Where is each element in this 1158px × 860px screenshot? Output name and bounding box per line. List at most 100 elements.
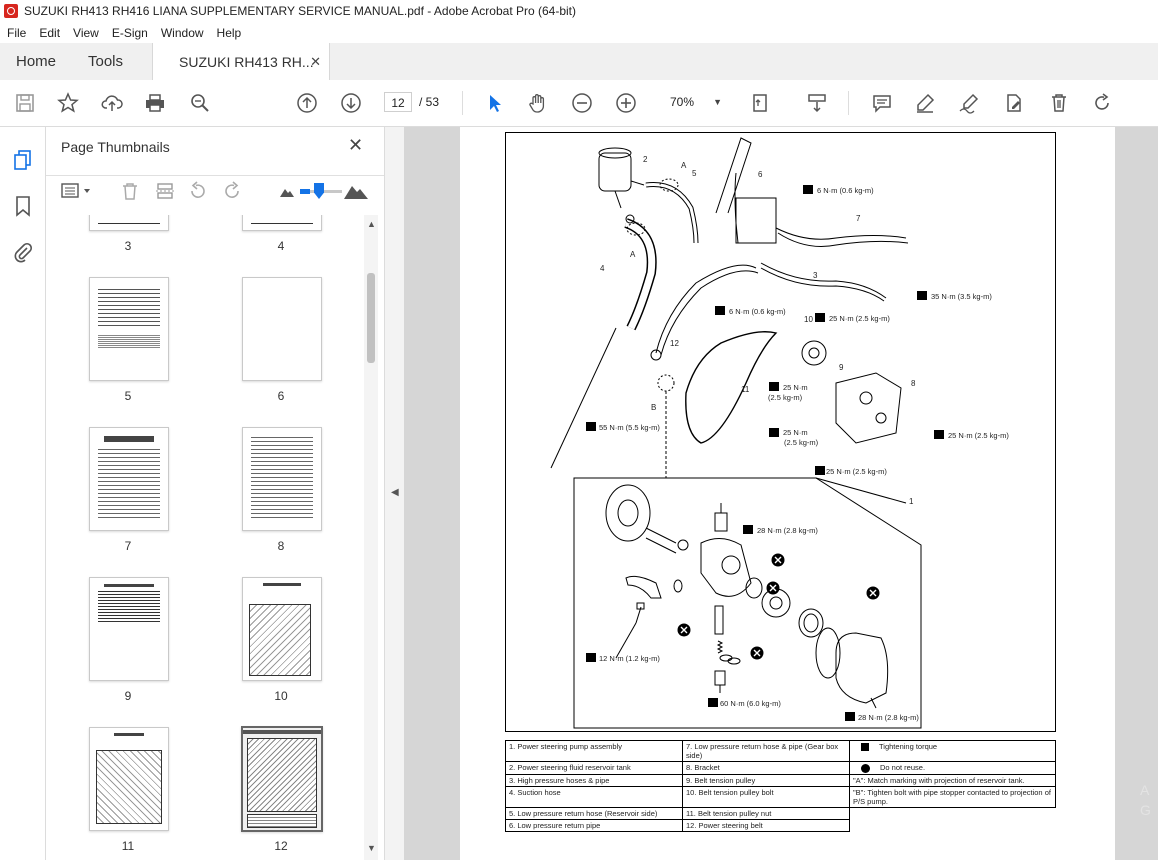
tightening-torque-icon (861, 743, 869, 752)
left-rail (0, 127, 46, 860)
legend-row: 4. Suction hose 10. Belt tension pulley … (505, 785, 1056, 808)
thumbnail-page-5[interactable] (89, 277, 169, 381)
legend-cell: 5. Low pressure return hose (Reservoir s… (505, 806, 683, 820)
rotate-icon[interactable] (1091, 92, 1113, 114)
close-tab-icon[interactable]: ✕ (310, 54, 321, 70)
scroll-up-icon[interactable]: ▲ (367, 219, 376, 229)
legend-cell (850, 807, 1056, 819)
tab-home[interactable]: Home (16, 43, 56, 80)
select-cursor-icon[interactable] (484, 92, 506, 114)
thumbnail-page-7[interactable] (89, 427, 169, 531)
scrollbar-thumb[interactable] (367, 273, 375, 363)
edit-pdf-icon[interactable] (1003, 92, 1025, 114)
delete-icon[interactable] (1048, 92, 1070, 114)
bookmark-icon[interactable] (13, 195, 33, 217)
thumbnail-label: 5 (124, 389, 132, 403)
thumbnail-page-4[interactable] (242, 215, 322, 231)
page-number-input[interactable]: 12 (384, 92, 412, 112)
collapse-panel-icon[interactable]: ◀ (391, 487, 399, 498)
torque-label: 60 N·m (6.0 kg-m) (720, 699, 781, 708)
callout-10: 10 (804, 315, 813, 324)
save-icon[interactable] (14, 92, 36, 114)
menu-window[interactable]: Window (161, 26, 204, 40)
close-panel-icon[interactable]: ✕ (348, 135, 363, 156)
page-fit-icon[interactable] (750, 92, 772, 114)
scroll-mode-icon[interactable] (806, 92, 828, 114)
legend-cell: Tightening torque (849, 740, 1056, 762)
zoom-level-select[interactable]: 70% ▼ (658, 92, 728, 112)
menu-file[interactable]: File (7, 26, 26, 40)
tab-tools[interactable]: Tools (88, 43, 123, 80)
menu-bar: File Edit View E-Sign Window Help (0, 22, 1158, 43)
torque-label: 25 N·m (2.5 kg-m) (829, 314, 890, 323)
torque-label: 55 N·m (5.5 kg-m) (599, 423, 660, 432)
acrobat-logo-icon (4, 4, 18, 18)
thumbnail-size-slider[interactable] (300, 183, 342, 199)
legend-cell: 9. Belt tension pulley (682, 773, 850, 787)
menu-help[interactable]: Help (217, 26, 242, 40)
star-icon[interactable] (57, 92, 79, 114)
thumbnail-page-3[interactable] (89, 215, 169, 231)
thumbnail-label: 3 (124, 239, 132, 253)
sign-pen-icon[interactable] (958, 92, 980, 114)
rotate-left-icon[interactable] (188, 181, 208, 201)
zoom-search-icon[interactable] (189, 92, 211, 114)
callout-b: B (651, 403, 657, 412)
torque-label: 28 N·m (2.8 kg-m) (757, 526, 818, 535)
legend-cell: 2. Power steering fluid reservoir tank (505, 761, 683, 775)
menu-view[interactable]: View (73, 26, 99, 40)
scroll-down-icon[interactable]: ▼ (367, 843, 376, 853)
menu-edit[interactable]: Edit (39, 26, 60, 40)
zoom-out-icon[interactable] (571, 92, 593, 114)
thumbnail-page-10[interactable] (242, 577, 322, 681)
callout-2: 2 (643, 155, 648, 164)
options-menu-icon[interactable] (60, 182, 94, 200)
thumbnail-page-9[interactable] (89, 577, 169, 681)
next-page-icon[interactable] (340, 92, 362, 114)
zoom-level-value: 70% (670, 95, 695, 109)
thumbnail-scrollbar[interactable]: ▲ ▼ (364, 215, 378, 860)
menu-esign[interactable]: E-Sign (112, 26, 148, 40)
legend-cell: 1. Power steering pump assembly (505, 740, 683, 762)
extract-page-icon[interactable] (155, 181, 175, 201)
legend-row: 6. Low pressure return pipe 12. Power st… (505, 818, 1056, 832)
rotate-right-icon[interactable] (222, 181, 242, 201)
torque-label: 25 N·m (2.5 kg-m) (826, 467, 887, 476)
attachment-icon[interactable] (12, 241, 34, 263)
legend-row: 1. Power steering pump assembly 7. Low p… (505, 740, 1056, 762)
thumbnail-label: 6 (277, 389, 285, 403)
callout-5: 5 (692, 169, 697, 178)
legend-key-text: Do not reuse. (880, 763, 926, 772)
legend-cell (850, 819, 1056, 831)
legend-cell: Do not reuse. (849, 761, 1056, 775)
tab-document[interactable]: SUZUKI RH413 RH... ✕ (152, 43, 330, 81)
legend-cell: 3. High pressure hoses & pipe (505, 773, 683, 787)
torque-label: 25 N·m (2.5 kg-m) (948, 431, 1009, 440)
callout-1: 1 (909, 497, 914, 506)
thumbnail-small-icon[interactable] (280, 184, 294, 197)
legend-row: 3. High pressure hoses & pipe 9. Belt te… (505, 773, 1056, 787)
previous-page-icon[interactable] (296, 92, 318, 114)
hand-tool-icon[interactable] (527, 92, 549, 114)
thumbnail-page-6[interactable] (242, 277, 322, 381)
thumbnail-page-12-selected[interactable] (241, 726, 323, 832)
upload-cloud-icon[interactable] (101, 92, 123, 114)
thumbnail-label: 12 (274, 839, 288, 853)
print-icon[interactable] (144, 92, 166, 114)
title-bar: SUZUKI RH413 RH416 LIANA SUPPLEMENTARY S… (0, 0, 1158, 22)
legend-cell: "A": Match marking with projection of re… (849, 773, 1056, 787)
exploded-diagram: 2 5 6 7 3 4 12 10 9 8 11 1 A A B 6 N·m (… (505, 132, 1056, 732)
comment-icon[interactable] (871, 92, 893, 114)
highlight-pen-icon[interactable] (914, 92, 936, 114)
page-thumbnails-icon[interactable] (12, 149, 34, 171)
torque-label: (2.5 kg-m) (784, 438, 819, 447)
thumbnail-large-icon[interactable] (344, 181, 368, 199)
delete-page-icon[interactable] (120, 181, 140, 201)
callout-7: 7 (856, 214, 861, 223)
zoom-in-icon[interactable] (615, 92, 637, 114)
thumbnail-page-8[interactable] (242, 427, 322, 531)
parts-legend: 1. Power steering pump assembly 7. Low p… (505, 740, 1056, 832)
panel-divider[interactable]: ◀ (384, 127, 405, 860)
thumbnail-page-11[interactable] (89, 727, 169, 831)
slider-handle[interactable] (314, 183, 324, 199)
